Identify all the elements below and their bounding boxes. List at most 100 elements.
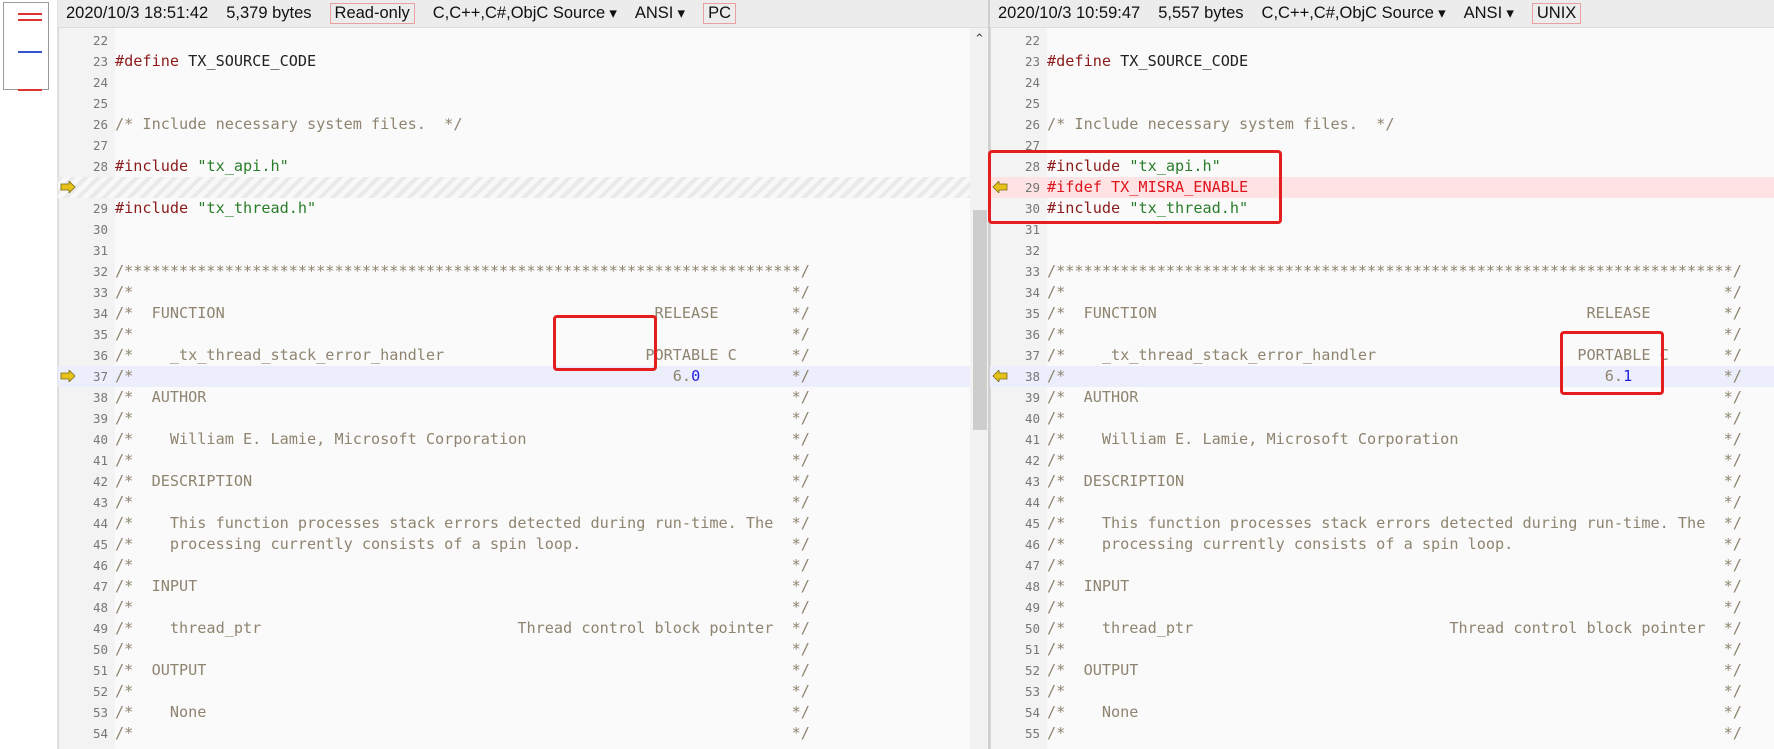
line-text: /* William E. Lamie, Microsoft Corporati… [1047,430,1742,448]
right-status-bar: 2020/10/3 10:59:47 5,557 bytes C,C++,C#,… [990,0,1774,28]
code-line[interactable]: 33 /* */ [58,282,990,303]
left-vertical-scrollbar[interactable]: ⌃ [970,28,990,749]
code-line[interactable]: 53 /* None */ [58,702,990,723]
code-line[interactable]: 45 /* processing currently consists of a … [58,534,990,555]
code-line[interactable]: 36 /* _tx_thread_stack_error_handler PORT… [58,345,990,366]
code-line[interactable]: 35 /* FUNCTION RELEASE */ [990,303,1774,324]
minimap-viewport[interactable] [3,2,49,91]
right-line-ending[interactable]: UNIX [1531,3,1582,24]
code-line[interactable]: 51 /* OUTPUT */ [58,660,990,681]
code-line[interactable]: 24 [990,72,1774,93]
code-line[interactable]: 48 /* */ [58,597,990,618]
code-line[interactable]: 47 /* INPUT */ [58,576,990,597]
code-line[interactable]: 51 /* */ [990,639,1774,660]
diff-overview-minimap[interactable] [0,0,58,749]
code-line[interactable]: 53 /* */ [990,681,1774,702]
scroll-thumb[interactable] [973,210,987,430]
code-line[interactable]: 41 /* William E. Lamie, Microsoft Corpora… [990,429,1774,450]
code-line[interactable]: 49 /* */ [990,597,1774,618]
arrow-right-icon[interactable] [60,181,76,193]
code-line[interactable]: 52 /* OUTPUT */ [990,660,1774,681]
code-line[interactable]: 50 /* */ [58,639,990,660]
code-line[interactable]: 26 /* Include necessary system files. */ [990,114,1774,135]
code-line[interactable] [58,177,990,198]
code-line[interactable]: 30 [58,219,990,240]
code-line[interactable]: 43 /* */ [58,492,990,513]
code-line[interactable]: 31 [58,240,990,261]
code-line[interactable]: 23 #define TX_SOURCE_CODE [58,51,990,72]
line-number: 25 [92,96,108,111]
line-number: 52 [1024,663,1040,678]
code-line[interactable]: 29 #include "tx_thread.h" [58,198,990,219]
code-line[interactable]: 54 /* */ [58,723,990,744]
code-line[interactable]: 44 /* */ [990,492,1774,513]
code-line[interactable]: 39 /* */ [58,408,990,429]
line-number: 37 [92,369,108,384]
code-line[interactable]: 27 [58,135,990,156]
line-text: /* This function processes stack errors … [1047,514,1742,532]
line-number: 24 [1024,75,1040,90]
code-line[interactable]: 35 /* */ [58,324,990,345]
right-encoding-dropdown[interactable]: ANSI [1464,4,1514,23]
code-line[interactable]: 42 /* DESCRIPTION */ [58,471,990,492]
code-line[interactable]: 46 /* processing currently consists of a … [990,534,1774,555]
line-number: 49 [1024,600,1040,615]
code-line[interactable]: 25 [990,93,1774,114]
left-code-view[interactable]: 22 23 #define TX_SOURCE_CODE 24 25 26 /* Inclu… [58,30,990,749]
code-line[interactable]: 26 /* Include necessary system files. */ [58,114,990,135]
line-number: 26 [92,117,108,132]
line-text: /* processing currently consists of a sp… [115,535,810,553]
code-line[interactable]: 32 /*************************************… [58,261,990,282]
line-text: /* */ [115,493,810,511]
code-line[interactable]: 25 [58,93,990,114]
code-line[interactable]: 24 [58,72,990,93]
code-line[interactable]: 34 /* FUNCTION RELEASE */ [58,303,990,324]
left-encoding-dropdown[interactable]: ANSI [635,4,685,23]
code-line[interactable]: 55 /* */ [990,723,1774,744]
code-line[interactable]: 22 [990,30,1774,51]
line-number: 39 [92,411,108,426]
line-number: 22 [92,33,108,48]
code-line[interactable]: 40 /* */ [990,408,1774,429]
code-line[interactable]: 34 /* */ [990,282,1774,303]
line-number: 38 [92,390,108,405]
code-line[interactable]: 22 [58,30,990,51]
line-text: /* */ [115,598,810,616]
code-line[interactable]: 54 /* None */ [990,702,1774,723]
scroll-up-icon[interactable]: ⌃ [974,32,985,47]
code-line[interactable]: 46 /* */ [58,555,990,576]
line-text: /* _tx_thread_stack_error_handler PORTAB… [115,346,810,364]
left-line-ending[interactable]: PC [703,3,736,24]
line-number: 34 [1024,285,1040,300]
line-number: 35 [92,327,108,342]
code-line[interactable]: 41 /* */ [58,450,990,471]
code-line[interactable]: 37 /* 6.0 */ [58,366,990,387]
code-line[interactable]: 40 /* William E. Lamie, Microsoft Corpora… [58,429,990,450]
line-text: /* None */ [1047,703,1742,721]
code-line[interactable]: 44 /* This function processes stack error… [58,513,990,534]
code-line[interactable]: 45 /* This function processes stack error… [990,513,1774,534]
code-line[interactable]: 42 /* */ [990,450,1774,471]
code-line[interactable]: 38 /* AUTHOR */ [58,387,990,408]
code-line[interactable]: 43 /* DESCRIPTION */ [990,471,1774,492]
line-text: /* INPUT */ [115,577,810,595]
line-number: 27 [92,138,108,153]
code-line[interactable]: 52 /* */ [58,681,990,702]
line-number: 51 [92,663,108,678]
code-line[interactable]: 28 #include "tx_api.h" [58,156,990,177]
right-language-dropdown[interactable]: C,C++,C#,ObjC Source [1262,4,1446,23]
code-line[interactable]: 23 #define TX_SOURCE_CODE [990,51,1774,72]
code-line[interactable]: 49 /* thread_ptr Thread control block poi… [58,618,990,639]
left-language-dropdown[interactable]: C,C++,C#,ObjC Source [433,4,617,23]
code-line[interactable]: 48 /* INPUT */ [990,576,1774,597]
line-number: 46 [1024,537,1040,552]
line-text: /***************************************… [1047,262,1742,280]
code-line[interactable]: 32 [990,240,1774,261]
code-line[interactable]: 33 /*************************************… [990,261,1774,282]
line-text: /* */ [1047,283,1742,301]
code-line[interactable]: 47 /* */ [990,555,1774,576]
code-line[interactable]: 50 /* thread_ptr Thread control block poi… [990,618,1774,639]
line-number: 43 [1024,474,1040,489]
read-only-indicator[interactable]: Read-only [329,3,415,24]
line-text: /* */ [1047,493,1742,511]
